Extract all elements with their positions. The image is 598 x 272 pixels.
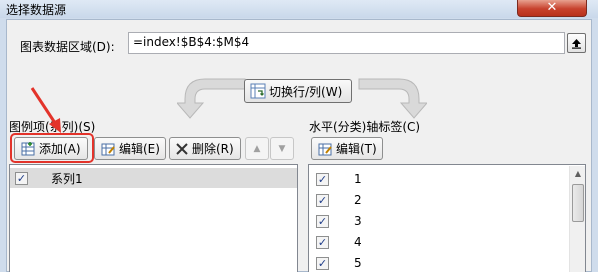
delete-series-label: 删除(R) xyxy=(192,142,234,156)
legend-series-list[interactable]: ✓ 系列1 xyxy=(9,164,298,272)
axis-label-value: 5 xyxy=(354,256,362,270)
dialog-body: 图表数据区域(D): =index!$B$4:$M$4 切换行/列(W) 图例项… xyxy=(6,19,592,272)
series-label: 系列1 xyxy=(51,171,83,186)
axis-label-checkbox[interactable]: ✓ xyxy=(316,214,329,228)
window-title: 选择数据源 xyxy=(6,3,67,17)
checkmark-icon: ✓ xyxy=(317,256,328,270)
list-item[interactable]: ✓ 5 xyxy=(309,253,362,272)
add-series-button[interactable]: 添加(A) xyxy=(14,137,88,160)
list-item[interactable]: ✓ 系列1 xyxy=(10,168,297,188)
list-item[interactable]: ✓ 1 xyxy=(309,169,362,189)
edit-table-icon xyxy=(318,143,332,155)
move-down-button[interactable]: ▼ xyxy=(270,137,294,160)
switch-row-column-button[interactable]: 切换行/列(W) xyxy=(244,79,352,103)
right-curved-arrow-icon xyxy=(358,78,427,119)
axis-labels-list[interactable]: ✓ 1 ✓ 2 ✓ 3 ✓ 4 ✓ 5 xyxy=(308,164,586,272)
edit-series-button[interactable]: 编辑(E) xyxy=(94,137,166,160)
edit-axis-labels-label: 编辑(T) xyxy=(336,142,377,156)
close-icon: ✕ xyxy=(546,0,558,15)
checkmark-icon: ✓ xyxy=(317,214,328,228)
list-item[interactable]: ✓ 3 xyxy=(309,211,362,231)
edit-table-icon xyxy=(101,143,115,155)
axis-label-value: 1 xyxy=(354,172,362,186)
list-item[interactable]: ✓ 4 xyxy=(309,232,362,252)
axis-label-checkbox[interactable]: ✓ xyxy=(316,193,329,207)
axis-section-label: 水平(分类)轴标签(C) xyxy=(309,120,421,134)
chart-range-label: 图表数据区域(D): xyxy=(20,40,115,54)
annotation-arrow-icon xyxy=(30,87,61,133)
axis-label-checkbox[interactable]: ✓ xyxy=(316,256,329,270)
scroll-up-icon[interactable]: ▲ xyxy=(570,166,586,182)
axis-label-value: 3 xyxy=(354,214,362,228)
checkmark-icon: ✓ xyxy=(16,171,27,185)
title-bar: 选择数据源 ✕ xyxy=(0,0,598,18)
axis-label-value: 4 xyxy=(354,235,362,249)
list-item[interactable]: ✓ 2 xyxy=(309,190,362,210)
switch-row-column-icon xyxy=(250,83,266,99)
left-curved-arrow-icon xyxy=(177,78,246,119)
series-checkbox[interactable]: ✓ xyxy=(15,171,28,185)
edit-axis-labels-button[interactable]: 编辑(T) xyxy=(311,137,383,160)
collapse-arrow-icon xyxy=(572,38,581,49)
axis-list-scrollbar[interactable]: ▲ xyxy=(569,166,585,272)
delete-x-icon xyxy=(176,142,188,155)
down-arrow-icon: ▼ xyxy=(278,143,286,154)
checkmark-icon: ✓ xyxy=(317,172,328,186)
delete-series-button[interactable]: 删除(R) xyxy=(169,137,241,160)
switch-row-column-label: 切换行/列(W) xyxy=(269,84,343,99)
move-up-button[interactable]: ▲ xyxy=(245,137,269,160)
axis-label-checkbox[interactable]: ✓ xyxy=(316,172,329,186)
add-series-label: 添加(A) xyxy=(39,142,81,156)
axis-label-value: 2 xyxy=(354,193,362,207)
edit-series-label: 编辑(E) xyxy=(119,142,160,156)
scroll-thumb[interactable] xyxy=(572,184,584,222)
chart-range-input[interactable]: =index!$B$4:$M$4 xyxy=(128,32,565,54)
up-arrow-icon: ▲ xyxy=(253,143,261,154)
collapse-dialog-button[interactable] xyxy=(567,33,586,53)
add-table-icon xyxy=(21,141,35,155)
close-button[interactable]: ✕ xyxy=(517,0,587,17)
checkmark-icon: ✓ xyxy=(317,193,328,207)
checkmark-icon: ✓ xyxy=(317,235,328,249)
axis-label-checkbox[interactable]: ✓ xyxy=(316,235,329,249)
